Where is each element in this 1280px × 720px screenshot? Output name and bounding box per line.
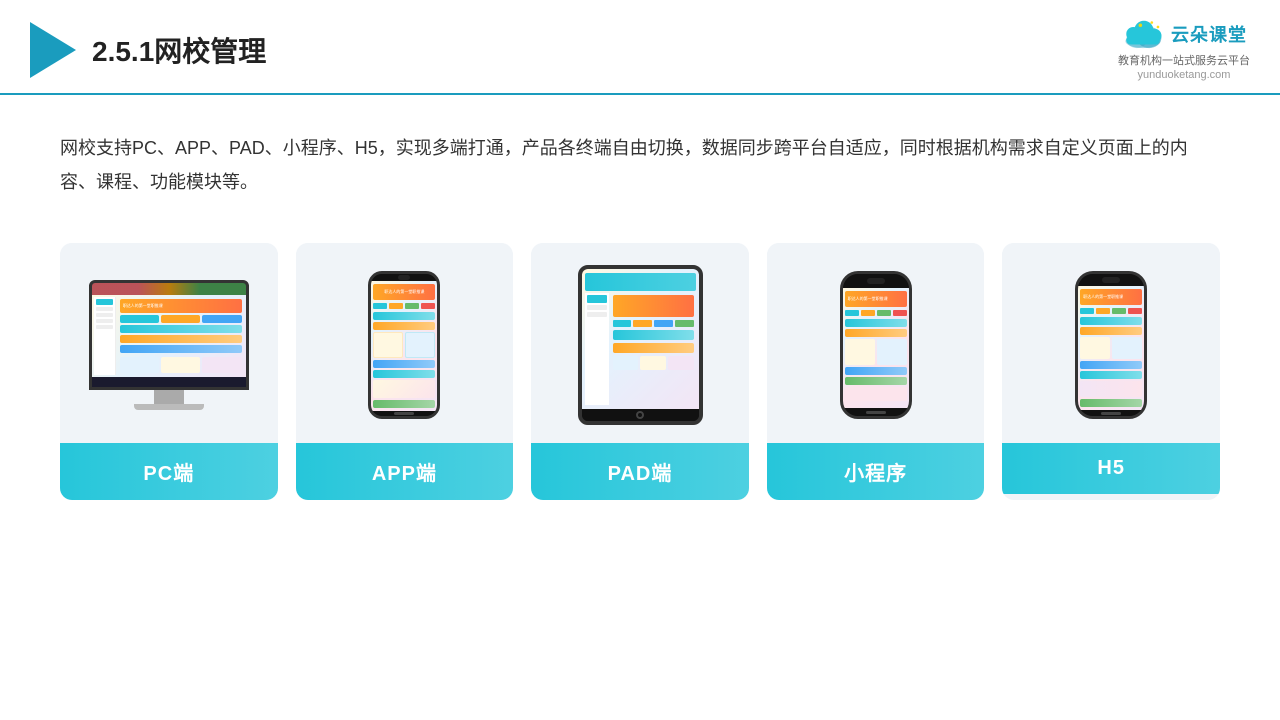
brand-url: yunduoketang.com [1138,69,1231,81]
h5-image-area: 职达人的第一堂职推课 [1002,243,1220,443]
header-left: 2.5.1网校管理 [30,22,266,78]
card-h5: 职达人的第一堂职推课 [1002,243,1220,500]
card-pad: PAD端 [531,243,749,500]
pc-mockup: 职达人的第一堂职推课 [89,280,249,410]
brand-name: 云朵课堂 [1171,21,1247,47]
pc-image-area: 职达人的第一堂职推课 [60,243,278,443]
app-image-area: 职达人的第一堂职推课 [296,243,514,443]
pc-monitor: 职达人的第一堂职推课 [89,280,249,390]
miniapp-label: 小程序 [767,443,985,500]
cloud-icon [1121,18,1165,50]
card-app: 职达人的第一堂职推课 [296,243,514,500]
header: 2.5.1网校管理 云朵课堂 教育机构一站式服务云平台 yunduoketang… [0,0,1280,95]
cards-container: 职达人的第一堂职推课 [0,223,1280,530]
description-text: 网校支持PC、APP、PAD、小程序、H5，实现多端打通，产品各终端自由切换，数… [0,95,1280,223]
card-miniapp: 职达人的第一堂职推课 [767,243,985,500]
h5-label: H5 [1002,443,1220,494]
pad-image-area [531,243,749,443]
app-label: APP端 [296,443,514,500]
card-pc: 职达人的第一堂职推课 [60,243,278,500]
miniapp-image-area: 职达人的第一堂职推课 [767,243,985,443]
page-title: 2.5.1网校管理 [92,30,266,70]
brand-logo: 云朵课堂 [1121,18,1247,50]
pad-tablet-mockup [578,265,703,425]
h5-phone-mockup: 职达人的第一堂职推课 [1075,271,1147,419]
miniapp-phone-mockup: 职达人的第一堂职推课 [840,271,912,419]
app-phone-mockup: 职达人的第一堂职推课 [368,271,440,419]
brand-tagline: 教育机构一站式服务云平台 [1118,52,1250,68]
brand-area: 云朵课堂 教育机构一站式服务云平台 yunduoketang.com [1118,18,1250,81]
pc-label: PC端 [60,443,278,500]
pad-label: PAD端 [531,443,749,500]
logo-icon [30,22,76,78]
